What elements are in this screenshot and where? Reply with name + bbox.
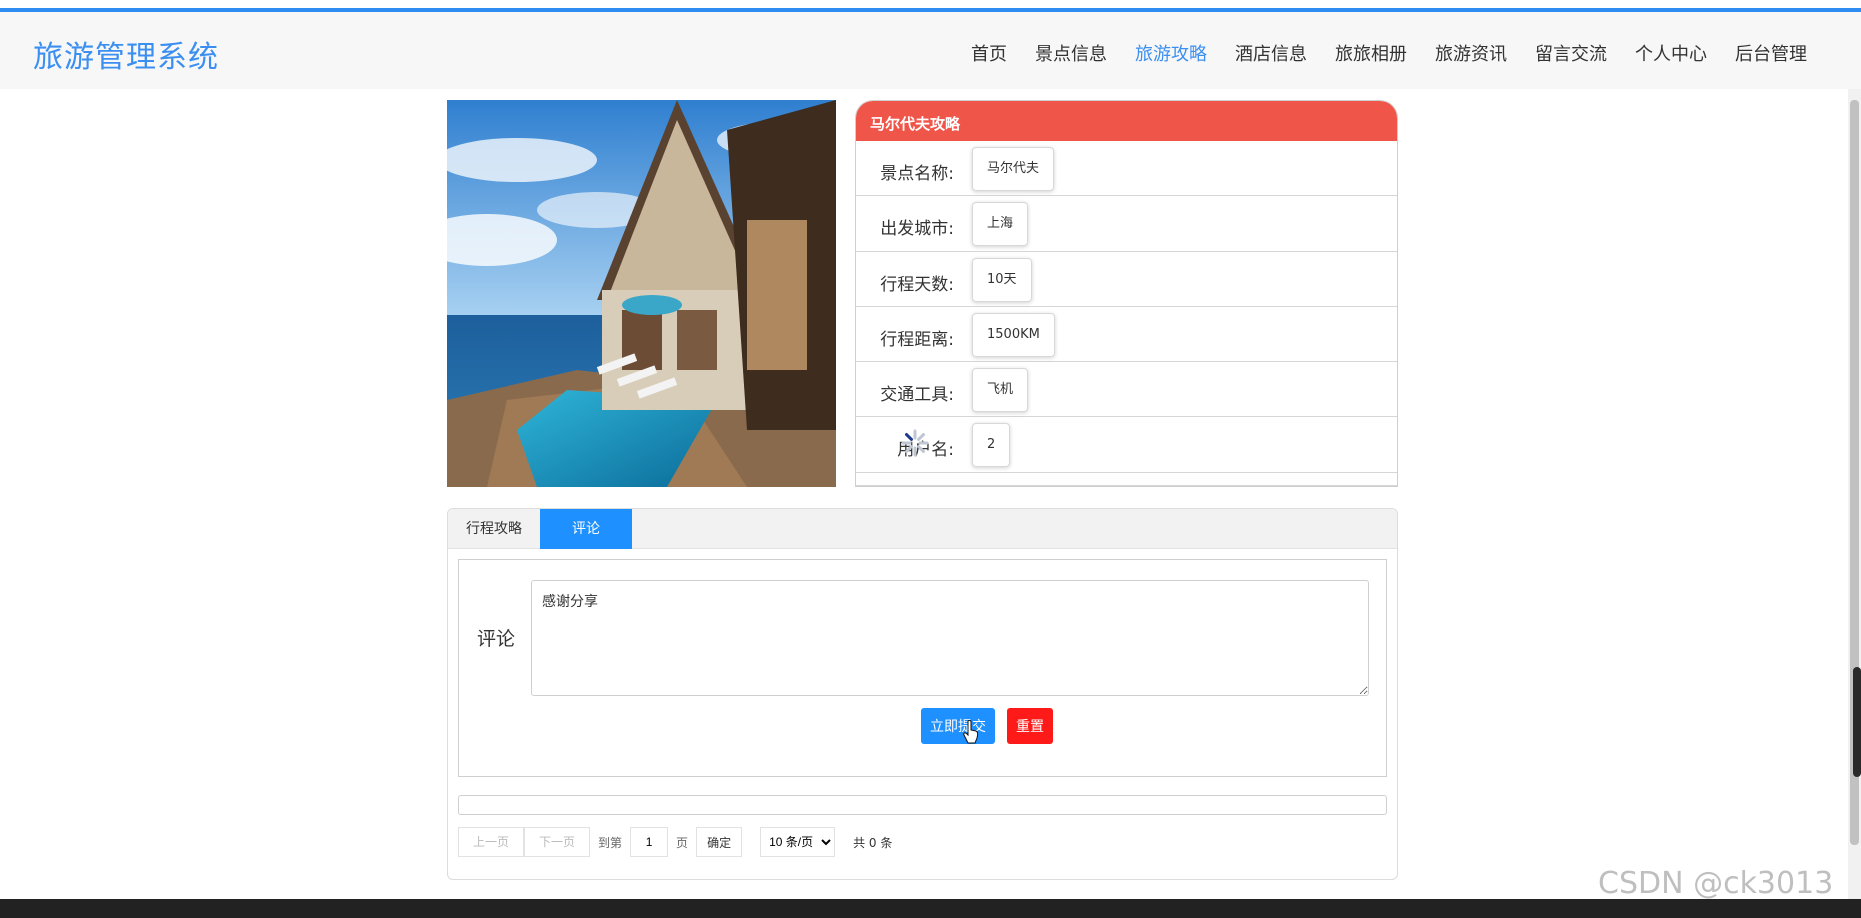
detail-value: 10天 (972, 257, 1032, 302)
tab-0[interactable]: 行程攻略 (448, 509, 540, 549)
footer-bar (0, 899, 1861, 918)
main-nav: 首页 景点信息 旅游攻略 酒店信息 旅旅相册 旅游资讯 留言交流 个人中心 后台管理 (957, 40, 1821, 66)
goto-label: 到第 (598, 835, 623, 850)
detail-value: 2 (972, 423, 1011, 468)
tab-1[interactable]: 评论 (540, 509, 632, 549)
detail-value: 1500KM (972, 312, 1055, 357)
reset-button[interactable]: 重置 (1007, 708, 1053, 744)
site-brand[interactable]: 旅游管理系统 (33, 32, 219, 76)
page-unit-label: 页 (676, 835, 689, 850)
total-count: 共 0 条 (853, 835, 893, 850)
comment-label: 评论 (477, 628, 516, 650)
guide-title: 马尔代夫攻略 (856, 101, 1397, 141)
detail-label: 交通工具: (880, 385, 954, 406)
watermark: CSDN @ck3013 (1598, 866, 1834, 901)
nav-item-0[interactable]: 首页 (957, 40, 1021, 66)
hand-cursor-icon (963, 720, 979, 744)
detail-row-empty (856, 473, 1397, 486)
detail-label: 行程距离: (880, 329, 954, 350)
detail-row: 景点名称: 马尔代夫 (856, 141, 1397, 197)
comment-textarea[interactable]: 感谢分享 (531, 580, 1369, 696)
nav-item-2[interactable]: 旅游攻略 (1121, 40, 1221, 66)
detail-row: 用户名: 2 (856, 417, 1397, 473)
page-size-select[interactable]: 10 条/页 (760, 827, 836, 857)
nav-item-3[interactable]: 酒店信息 (1221, 40, 1321, 66)
guide-detail-card: 马尔代夫攻略 景点名称: 马尔代夫出发城市: 上海行程天数: 10天行程距离: 1500… (855, 100, 1398, 487)
nav-item-4[interactable]: 旅旅相册 (1321, 40, 1421, 66)
pagination: 上一页 下一页 到第 页 确定 10 条/页 共 0 条 (458, 827, 892, 857)
scrollbar-marker (1853, 667, 1861, 777)
nav-item-6[interactable]: 留言交流 (1521, 40, 1621, 66)
detail-label: 出发城市: (880, 219, 954, 240)
detail-rows: 景点名称: 马尔代夫出发城市: 上海行程天数: 10天行程距离: 1500KM 交通工具:… (856, 141, 1397, 486)
prev-page-button[interactable]: 上一页 (458, 827, 525, 857)
nav-item-7[interactable]: 个人中心 (1621, 40, 1721, 66)
next-page-button[interactable]: 下一页 (524, 827, 591, 857)
detail-label: 景点名称: (880, 164, 954, 184)
detail-value: 上海 (972, 202, 1029, 247)
tabs-panel: 行程攻略评论 评论 感谢分享 立即提交 重置 上一页 下一页 到第 页 确定 1… (447, 508, 1398, 880)
nav-item-8[interactable]: 后台管理 (1721, 40, 1821, 66)
detail-row: 行程距离: 1500KM (856, 307, 1397, 363)
page-confirm-button[interactable]: 确定 (696, 827, 743, 857)
detail-row: 交通工具: 飞机 (856, 362, 1397, 418)
detail-value: 马尔代夫 (972, 147, 1055, 191)
page-number-input[interactable] (630, 827, 669, 857)
loading-spinner-icon (901, 429, 929, 457)
nav-item-5[interactable]: 旅游资讯 (1421, 40, 1521, 66)
detail-row: 出发城市: 上海 (856, 196, 1397, 252)
comment-form: 评论 感谢分享 立即提交 重置 (458, 559, 1387, 777)
tab-bar: 行程攻略 评论 (448, 509, 1397, 549)
comment-list (458, 795, 1387, 815)
detail-label: 行程天数: (880, 274, 954, 295)
resort-image (447, 100, 836, 487)
submit-button[interactable]: 立即提交 (921, 708, 995, 744)
nav-item-1[interactable]: 景点信息 (1021, 40, 1121, 66)
site-header: 旅游管理系统 首页 景点信息 旅游攻略 酒店信息 旅旅相册 旅游资讯 留言交流 个人中心 后台管… (0, 12, 1861, 89)
resort-photo (447, 100, 836, 487)
detail-value: 飞机 (972, 368, 1029, 413)
detail-row: 行程天数: 10天 (856, 252, 1397, 307)
